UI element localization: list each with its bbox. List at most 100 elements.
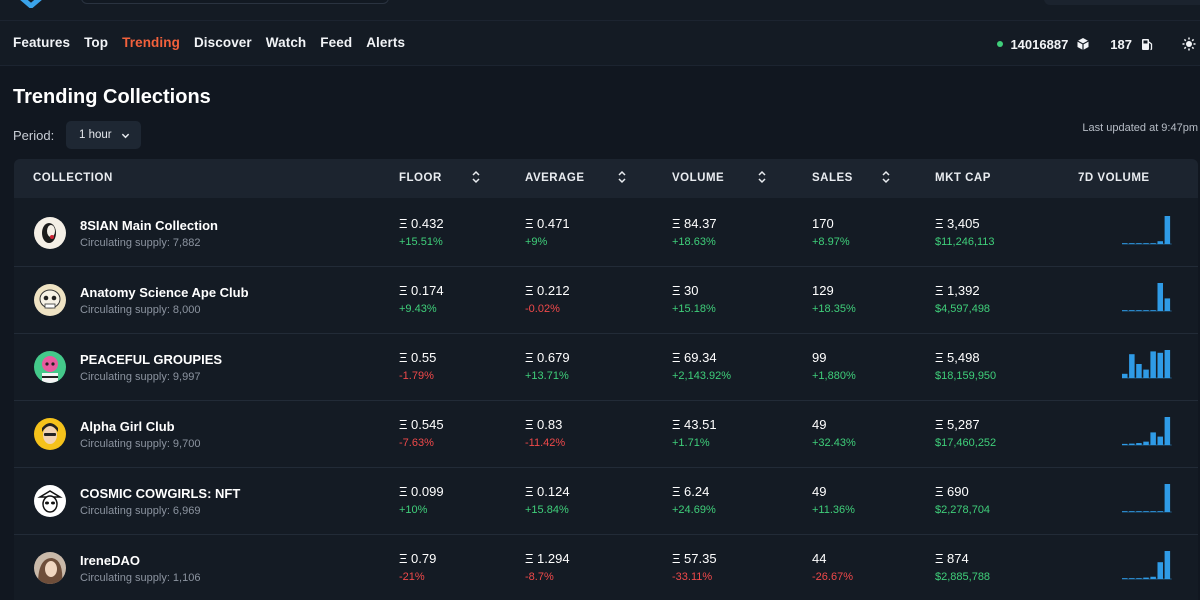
logo-icon[interactable] — [14, 0, 48, 8]
sales-cell: 99 +1,880% — [812, 350, 856, 382]
network-stats: 14016887 187 — [997, 35, 1200, 53]
mkt-cap-cell: Ξ 874 $2,885,788 — [935, 551, 990, 583]
mkt-cap-cell: Ξ 690 $2,278,704 — [935, 484, 990, 516]
col-mkt-cap: MKT CAP — [935, 172, 991, 184]
average-cell: Ξ 0.679 +13.71% — [525, 350, 570, 382]
collection-name[interactable]: Anatomy Science Ape Club — [80, 285, 249, 300]
sparkline-bar — [1164, 551, 1171, 579]
sparkline-bar — [1150, 576, 1156, 579]
sun-icon[interactable] — [1182, 37, 1196, 51]
sparkline-7d-volume — [1122, 551, 1172, 580]
mkt-cap-value: Ξ 3,405 — [935, 216, 980, 231]
floor-change: +9.43% — [399, 303, 437, 315]
sparkline-bar — [1157, 511, 1163, 512]
col-collection: COLLECTION — [33, 172, 113, 184]
sort-icon[interactable] — [471, 170, 481, 184]
period-dropdown[interactable]: 1 hour — [66, 121, 141, 149]
sales-cell: 44 -26.67% — [812, 551, 853, 583]
average-value: Ξ 0.212 — [525, 283, 570, 298]
sparkline-7d-volume — [1122, 417, 1172, 446]
sales-change: -26.67% — [812, 571, 853, 583]
sparkline-bar — [1143, 369, 1149, 378]
sparkline-bar — [1143, 511, 1149, 512]
floor-change: +15.51% — [399, 236, 443, 248]
collection-name[interactable]: COSMIC COWGIRLS: NFT — [80, 486, 240, 501]
floor-change: -7.63% — [399, 437, 434, 449]
sales-cell: 49 +32.43% — [812, 417, 856, 449]
table-row[interactable]: 8SIAN Main Collection Circulating supply… — [14, 200, 1198, 267]
circulating-supply: Circulating supply: 8,000 — [80, 304, 201, 316]
sort-icon[interactable] — [757, 170, 767, 184]
mkt-cap-usd: $11,246,113 — [935, 236, 995, 248]
nav-feed[interactable]: Feed — [320, 35, 352, 50]
table-row[interactable]: Alpha Girl Club Circulating supply: 9,70… — [14, 401, 1198, 468]
mkt-cap-usd: $2,278,704 — [935, 504, 991, 516]
circulating-supply: Circulating supply: 7,882 — [80, 237, 201, 249]
circulating-supply: Circulating supply: 1,106 — [80, 572, 201, 584]
sales-value: 49 — [812, 417, 827, 432]
sparkline-7d-volume — [1122, 484, 1172, 513]
nav-discover[interactable]: Discover — [194, 35, 252, 50]
cube-icon — [1077, 38, 1090, 50]
sales-cell: 129 +18.35% — [812, 283, 856, 315]
average-cell: Ξ 0.83 -11.42% — [525, 417, 565, 449]
mkt-cap-usd: $4,597,498 — [935, 303, 991, 315]
volume-change: +18.63% — [672, 236, 716, 248]
volume-value: Ξ 43.51 — [672, 417, 717, 432]
sparkline-bar — [1150, 351, 1156, 378]
sparkline-bar — [1129, 511, 1135, 512]
sparkline-bar — [1122, 373, 1128, 378]
collection-name[interactable]: IreneDAO — [80, 553, 140, 568]
table-row[interactable]: IreneDAO Circulating supply: 1,106 Ξ 0.7… — [14, 535, 1198, 600]
nav-trending[interactable]: Trending — [122, 35, 180, 50]
average-value: Ξ 1.294 — [525, 551, 570, 566]
collection-name[interactable]: PEACEFUL GROUPIES — [80, 352, 222, 367]
col-sales[interactable]: SALES — [812, 172, 853, 184]
mkt-cap-value: Ξ 874 — [935, 551, 969, 566]
sparkline-bar — [1129, 310, 1135, 311]
sparkline-bar — [1136, 310, 1142, 311]
sparkline-bar — [1150, 432, 1156, 445]
floor-cell: Ξ 0.432 +15.51% — [399, 216, 444, 248]
average-cell: Ξ 1.294 -8.7% — [525, 551, 570, 583]
table-row[interactable]: Anatomy Science Ape Club Circulating sup… — [14, 267, 1198, 334]
mkt-cap-usd: $2,885,788 — [935, 571, 991, 583]
sparkline-bar — [1150, 243, 1156, 244]
sales-change: +11.36% — [812, 504, 855, 516]
average-cell: Ξ 0.471 +9% — [525, 216, 570, 248]
table-row[interactable]: COSMIC COWGIRLS: NFT Circulating supply:… — [14, 468, 1198, 535]
sparkline-bar — [1129, 443, 1135, 445]
sparkline-bar — [1136, 443, 1142, 445]
col-volume[interactable]: VOLUME — [672, 172, 724, 184]
nav-top[interactable]: Top — [84, 35, 108, 50]
nav-alerts[interactable]: Alerts — [366, 35, 405, 50]
volume-cell: Ξ 84.37 +18.63% — [672, 216, 717, 248]
volume-value: Ξ 6.24 — [672, 484, 710, 499]
sparkline-bar — [1136, 578, 1142, 579]
mkt-cap-value: Ξ 5,498 — [935, 350, 980, 365]
volume-value: Ξ 69.34 — [672, 350, 717, 365]
col-floor[interactable]: FLOOR — [399, 172, 442, 184]
nav-watch[interactable]: Watch — [266, 35, 307, 50]
collection-name[interactable]: 8SIAN Main Collection — [80, 218, 218, 233]
volume-change: +15.18% — [672, 303, 716, 315]
nav-features[interactable]: Features — [13, 35, 70, 50]
collection-name[interactable]: Alpha Girl Club — [80, 419, 175, 434]
collections-table: COLLECTION FLOOR AVERAGE VOLUME SALES MK… — [14, 159, 1198, 600]
table-row[interactable]: PEACEFUL GROUPIES Circulating supply: 9,… — [14, 334, 1198, 401]
chevron-down-icon — [121, 133, 129, 138]
volume-change: -33.11% — [672, 571, 713, 583]
sparkline-bar — [1157, 352, 1163, 378]
volume-cell: Ξ 30 +15.18% — [672, 283, 716, 315]
sparkline-bar — [1122, 310, 1128, 311]
floor-cell: Ξ 0.174 +9.43% — [399, 283, 444, 315]
connect-wallet-button[interactable] — [1044, 0, 1200, 5]
sort-icon[interactable] — [881, 170, 891, 184]
sparkline-bar — [1157, 283, 1163, 311]
col-average[interactable]: AVERAGE — [525, 172, 585, 184]
sort-icon[interactable] — [617, 170, 627, 184]
sparkline-bar — [1164, 484, 1171, 512]
floor-value: Ξ 0.174 — [399, 283, 444, 298]
search-input[interactable] — [81, 0, 389, 4]
floor-value: Ξ 0.545 — [399, 417, 444, 432]
